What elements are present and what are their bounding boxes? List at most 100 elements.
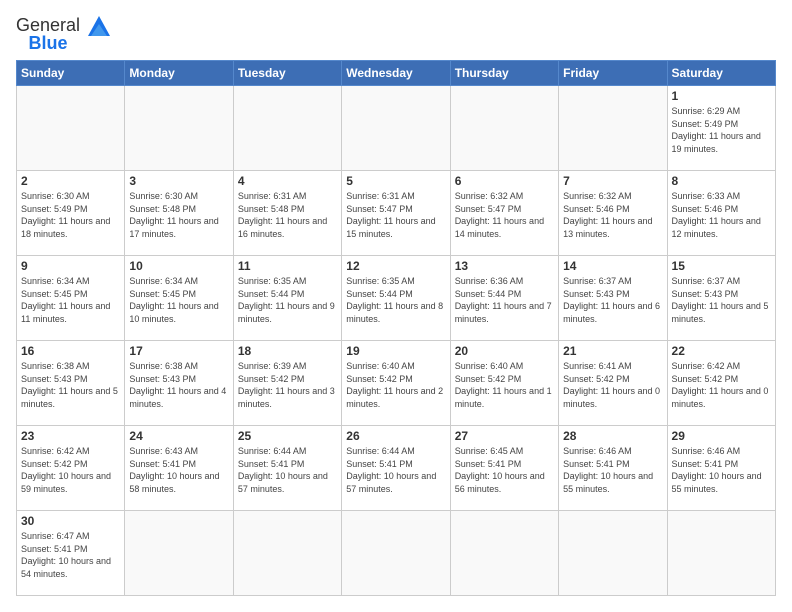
day-number: 3 — [129, 174, 228, 188]
weekday-header-saturday: Saturday — [667, 61, 775, 86]
calendar-cell — [17, 86, 125, 171]
calendar-cell: 26Sunrise: 6:44 AM Sunset: 5:41 PM Dayli… — [342, 426, 450, 511]
header: General Blue — [16, 16, 776, 52]
day-number: 2 — [21, 174, 120, 188]
day-number: 25 — [238, 429, 337, 443]
day-info: Sunrise: 6:38 AM Sunset: 5:43 PM Dayligh… — [21, 360, 120, 410]
calendar-cell: 5 Sunrise: 6:31 AM Sunset: 5:47 PM Daylig… — [342, 171, 450, 256]
day-number: 28 — [563, 429, 662, 443]
weekday-header-sunday: Sunday — [17, 61, 125, 86]
logo-triangle-icon — [88, 16, 110, 44]
day-info: Sunrise: 6:31 AM Sunset: 5:48 PM Dayligh… — [238, 190, 337, 240]
day-number: 26 — [346, 429, 445, 443]
day-number: 12 — [346, 259, 445, 273]
weekday-header-row: SundayMondayTuesdayWednesdayThursdayFrid… — [17, 61, 776, 86]
day-info: Sunrise: 6:40 AM Sunset: 5:42 PM Dayligh… — [346, 360, 445, 410]
logo: General Blue — [16, 16, 110, 52]
day-info: Sunrise: 6:39 AM Sunset: 5:42 PM Dayligh… — [238, 360, 337, 410]
day-info: Sunrise: 6:29 AM Sunset: 5:49 PM Dayligh… — [672, 105, 771, 155]
calendar-cell: 12 Sunrise: 6:35 AM Sunset: 5:44 PM Dayli… — [342, 256, 450, 341]
day-info: Sunrise: 6:31 AM Sunset: 5:47 PM Dayligh… — [346, 190, 445, 240]
calendar-cell: 1 Sunrise: 6:29 AM Sunset: 5:49 PM Daylig… — [667, 86, 775, 171]
day-number: 1 — [672, 89, 771, 103]
calendar-cell: 25 Sunrise: 6:44 AM Sunset: 5:41 PM Dayli… — [233, 426, 341, 511]
calendar-cell: 18 Sunrise: 6:39 AM Sunset: 5:42 PM Dayli… — [233, 341, 341, 426]
day-info: Sunrise: 6:34 AM Sunset: 5:45 PM Dayligh… — [21, 275, 120, 325]
day-info: Sunrise: 6:46 AM Sunset: 5:41 PM Dayligh… — [672, 445, 771, 495]
day-number: 23 — [21, 429, 120, 443]
weekday-header-thursday: Thursday — [450, 61, 558, 86]
weekday-header-wednesday: Wednesday — [342, 61, 450, 86]
day-info: Sunrise: 6:30 AM Sunset: 5:48 PM Dayligh… — [129, 190, 228, 240]
day-number: 4 — [238, 174, 337, 188]
day-number: 16 — [21, 344, 120, 358]
calendar-cell: 19 Sunrise: 6:40 AM Sunset: 5:42 PM Dayli… — [342, 341, 450, 426]
day-info: Sunrise: 6:41 AM Sunset: 5:42 PM Dayligh… — [563, 360, 662, 410]
calendar-week-row: 30Sunrise: 6:47 AM Sunset: 5:41 PM Dayli… — [17, 511, 776, 596]
day-info: Sunrise: 6:45 AM Sunset: 5:41 PM Dayligh… — [455, 445, 554, 495]
day-number: 27 — [455, 429, 554, 443]
day-info: Sunrise: 6:32 AM Sunset: 5:46 PM Dayligh… — [563, 190, 662, 240]
calendar-week-row: 16 Sunrise: 6:38 AM Sunset: 5:43 PM Dayli… — [17, 341, 776, 426]
day-number: 5 — [346, 174, 445, 188]
calendar-cell: 22 Sunrise: 6:42 AM Sunset: 5:42 PM Dayli… — [667, 341, 775, 426]
calendar-cell: 17 Sunrise: 6:38 AM Sunset: 5:43 PM Dayli… — [125, 341, 233, 426]
day-number: 7 — [563, 174, 662, 188]
calendar-cell: 29Sunrise: 6:46 AM Sunset: 5:41 PM Dayli… — [667, 426, 775, 511]
calendar-cell: 9 Sunrise: 6:34 AM Sunset: 5:45 PM Daylig… — [17, 256, 125, 341]
day-info: Sunrise: 6:30 AM Sunset: 5:49 PM Dayligh… — [21, 190, 120, 240]
calendar-cell: 11Sunrise: 6:35 AM Sunset: 5:44 PM Dayli… — [233, 256, 341, 341]
calendar-cell — [342, 511, 450, 596]
calendar-cell: 8Sunrise: 6:33 AM Sunset: 5:46 PM Daylig… — [667, 171, 775, 256]
day-info: Sunrise: 6:38 AM Sunset: 5:43 PM Dayligh… — [129, 360, 228, 410]
calendar-cell: 20Sunrise: 6:40 AM Sunset: 5:42 PM Dayli… — [450, 341, 558, 426]
day-number: 17 — [129, 344, 228, 358]
calendar-week-row: 9 Sunrise: 6:34 AM Sunset: 5:45 PM Daylig… — [17, 256, 776, 341]
day-info: Sunrise: 6:37 AM Sunset: 5:43 PM Dayligh… — [672, 275, 771, 325]
calendar-cell: 2 Sunrise: 6:30 AM Sunset: 5:49 PM Daylig… — [17, 171, 125, 256]
calendar-cell: 6Sunrise: 6:32 AM Sunset: 5:47 PM Daylig… — [450, 171, 558, 256]
calendar-cell: 21 Sunrise: 6:41 AM Sunset: 5:42 PM Dayli… — [559, 341, 667, 426]
calendar-cell: 27 Sunrise: 6:45 AM Sunset: 5:41 PM Dayli… — [450, 426, 558, 511]
day-info: Sunrise: 6:36 AM Sunset: 5:44 PM Dayligh… — [455, 275, 554, 325]
calendar-cell: 13Sunrise: 6:36 AM Sunset: 5:44 PM Dayli… — [450, 256, 558, 341]
day-info: Sunrise: 6:42 AM Sunset: 5:42 PM Dayligh… — [672, 360, 771, 410]
calendar-cell — [667, 511, 775, 596]
day-info: Sunrise: 6:42 AM Sunset: 5:42 PM Dayligh… — [21, 445, 120, 495]
calendar-cell — [233, 86, 341, 171]
calendar-cell: 24Sunrise: 6:43 AM Sunset: 5:41 PM Dayli… — [125, 426, 233, 511]
calendar-cell: 7 Sunrise: 6:32 AM Sunset: 5:46 PM Daylig… — [559, 171, 667, 256]
day-info: Sunrise: 6:43 AM Sunset: 5:41 PM Dayligh… — [129, 445, 228, 495]
day-info: Sunrise: 6:37 AM Sunset: 5:43 PM Dayligh… — [563, 275, 662, 325]
calendar-week-row: 1 Sunrise: 6:29 AM Sunset: 5:49 PM Daylig… — [17, 86, 776, 171]
weekday-header-tuesday: Tuesday — [233, 61, 341, 86]
day-number: 9 — [21, 259, 120, 273]
day-info: Sunrise: 6:34 AM Sunset: 5:45 PM Dayligh… — [129, 275, 228, 325]
day-number: 11 — [238, 259, 337, 273]
day-info: Sunrise: 6:35 AM Sunset: 5:44 PM Dayligh… — [346, 275, 445, 325]
day-info: Sunrise: 6:46 AM Sunset: 5:41 PM Dayligh… — [563, 445, 662, 495]
calendar-cell — [125, 86, 233, 171]
day-info: Sunrise: 6:47 AM Sunset: 5:41 PM Dayligh… — [21, 530, 120, 580]
calendar-week-row: 23 Sunrise: 6:42 AM Sunset: 5:42 PM Dayli… — [17, 426, 776, 511]
calendar-cell — [450, 86, 558, 171]
calendar-cell: 15Sunrise: 6:37 AM Sunset: 5:43 PM Dayli… — [667, 256, 775, 341]
calendar-cell: 30Sunrise: 6:47 AM Sunset: 5:41 PM Dayli… — [17, 511, 125, 596]
day-number: 21 — [563, 344, 662, 358]
day-number: 6 — [455, 174, 554, 188]
weekday-header-friday: Friday — [559, 61, 667, 86]
calendar-week-row: 2 Sunrise: 6:30 AM Sunset: 5:49 PM Daylig… — [17, 171, 776, 256]
weekday-header-monday: Monday — [125, 61, 233, 86]
day-info: Sunrise: 6:44 AM Sunset: 5:41 PM Dayligh… — [238, 445, 337, 495]
day-number: 18 — [238, 344, 337, 358]
calendar-cell: 10Sunrise: 6:34 AM Sunset: 5:45 PM Dayli… — [125, 256, 233, 341]
day-info: Sunrise: 6:40 AM Sunset: 5:42 PM Dayligh… — [455, 360, 554, 410]
calendar-cell: 14 Sunrise: 6:37 AM Sunset: 5:43 PM Dayli… — [559, 256, 667, 341]
day-number: 22 — [672, 344, 771, 358]
calendar-cell — [559, 86, 667, 171]
day-number: 19 — [346, 344, 445, 358]
calendar-cell — [233, 511, 341, 596]
day-number: 14 — [563, 259, 662, 273]
calendar-cell: 4 Sunrise: 6:31 AM Sunset: 5:48 PM Daylig… — [233, 171, 341, 256]
calendar-cell — [342, 86, 450, 171]
